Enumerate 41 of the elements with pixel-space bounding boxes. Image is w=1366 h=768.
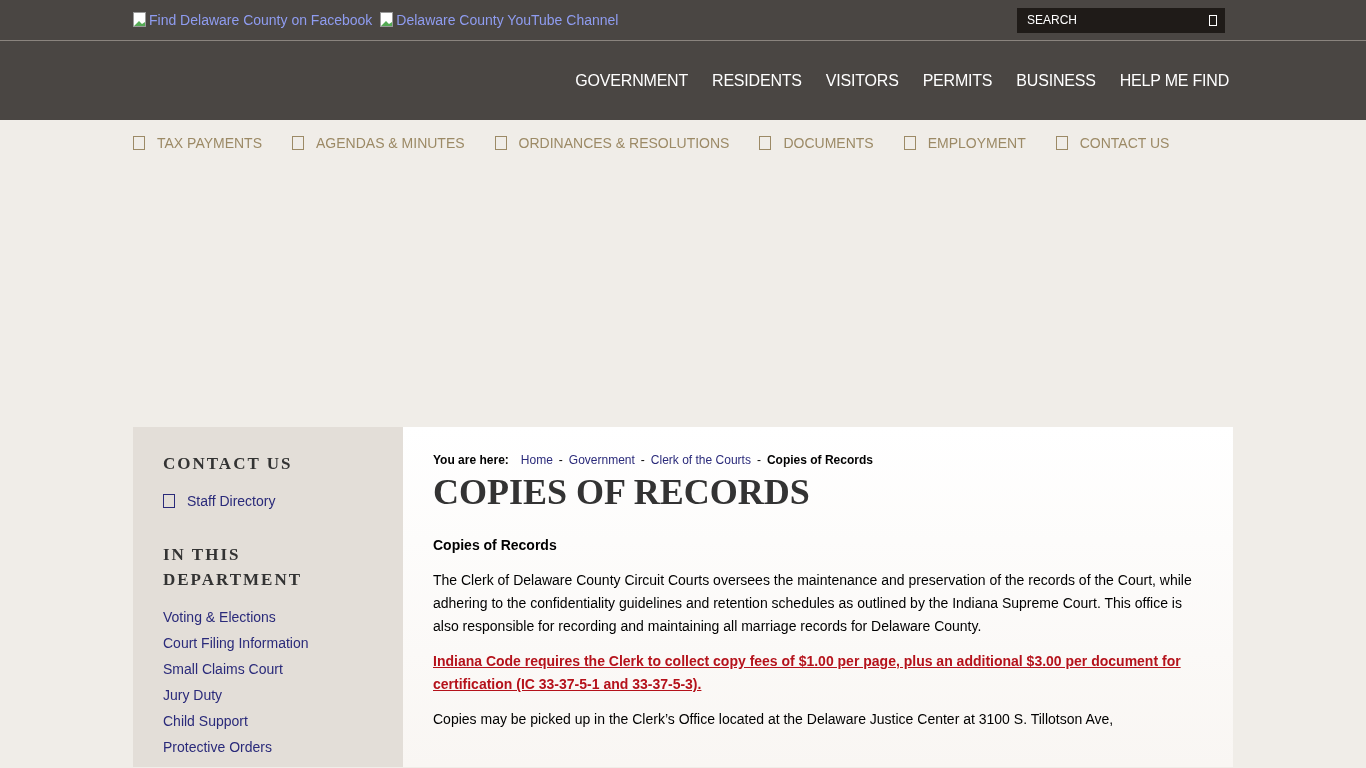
sidebar-heading: IN THIS DEPARTMENT xyxy=(163,544,304,591)
sidebar-link[interactable]: Jury Duty xyxy=(163,682,373,708)
social-link[interactable]: Delaware County YouTube Channel xyxy=(380,12,619,28)
square-icon xyxy=(163,494,175,508)
breadcrumb-link[interactable]: Government xyxy=(568,453,635,467)
breadcrumb-label: You are here: xyxy=(433,453,509,467)
paragraph: Copies may be picked up in the Clerk’s Office located at the Delaware Justice Center at 3100 S. Tillotson Ave, xyxy=(433,710,1115,729)
search-input[interactable]: SEARCH xyxy=(1027,13,1209,27)
breadcrumb-separator: - xyxy=(640,453,645,467)
sidebar-link[interactable]: Small Claims Court xyxy=(163,656,373,682)
section-heading: Copies of Records xyxy=(433,537,558,553)
paragraph: The Clerk of Delaware County Circuit Courts oversees the maintenance and preservation of the records of the Court, while adhering to the confidentiality guidelines and retention schedules as outlined by the Indiana Supreme Court. This office is also responsible for recording and maintaining all marriage records for Delaware County. xyxy=(433,571,1193,636)
square-icon xyxy=(494,135,507,150)
breadcrumb-link[interactable]: Home xyxy=(520,453,553,467)
fee-notice-link[interactable]: Indiana Code requires the Clerk to collect copy fees of $1.00 per page, plus an additional $3.00 per document for certification (IC 33-37-5-1 and 33-37-5-3). xyxy=(433,650,1203,696)
breadcrumb-separator: - xyxy=(558,453,563,467)
square-icon xyxy=(292,135,304,150)
sidebar-link[interactable]: Protective Orders xyxy=(163,734,373,760)
square-icon xyxy=(759,135,772,150)
social-link[interactable]: Find Delaware County on Facebook xyxy=(133,12,373,28)
broken-image-icon xyxy=(133,12,149,28)
sidebar-link[interactable]: Child Support xyxy=(163,708,373,734)
nav-link[interactable]: RESIDENTS xyxy=(712,71,802,90)
nav-link[interactable]: VISITORS xyxy=(825,71,899,90)
sidebar-link[interactable]: Court Filing Information xyxy=(163,630,373,656)
nav-link[interactable]: HELP ME FIND xyxy=(1119,71,1229,90)
square-icon xyxy=(1055,135,1068,150)
sidebar-heading: CONTACT US xyxy=(163,453,294,475)
breadcrumb-current: Copies of Records xyxy=(766,453,873,467)
breadcrumb-link[interactable]: Clerk of the Courts xyxy=(650,453,751,467)
nav-link[interactable]: PERMITS xyxy=(922,71,993,90)
sidebar-link[interactable]: Staff Directory xyxy=(163,488,373,514)
breadcrumb-separator: - xyxy=(756,453,761,467)
square-icon xyxy=(903,135,916,150)
nav-link[interactable]: GOVERNMENT xyxy=(575,71,689,90)
nav-link[interactable]: BUSINESS xyxy=(1016,71,1096,90)
sidebar-link[interactable]: Voting & Elections xyxy=(163,604,373,630)
search-icon xyxy=(1209,14,1217,26)
page-title: COPIES OF RECORDS xyxy=(433,471,811,513)
square-icon xyxy=(133,135,145,150)
search-field[interactable]: SEARCH xyxy=(1017,7,1225,33)
